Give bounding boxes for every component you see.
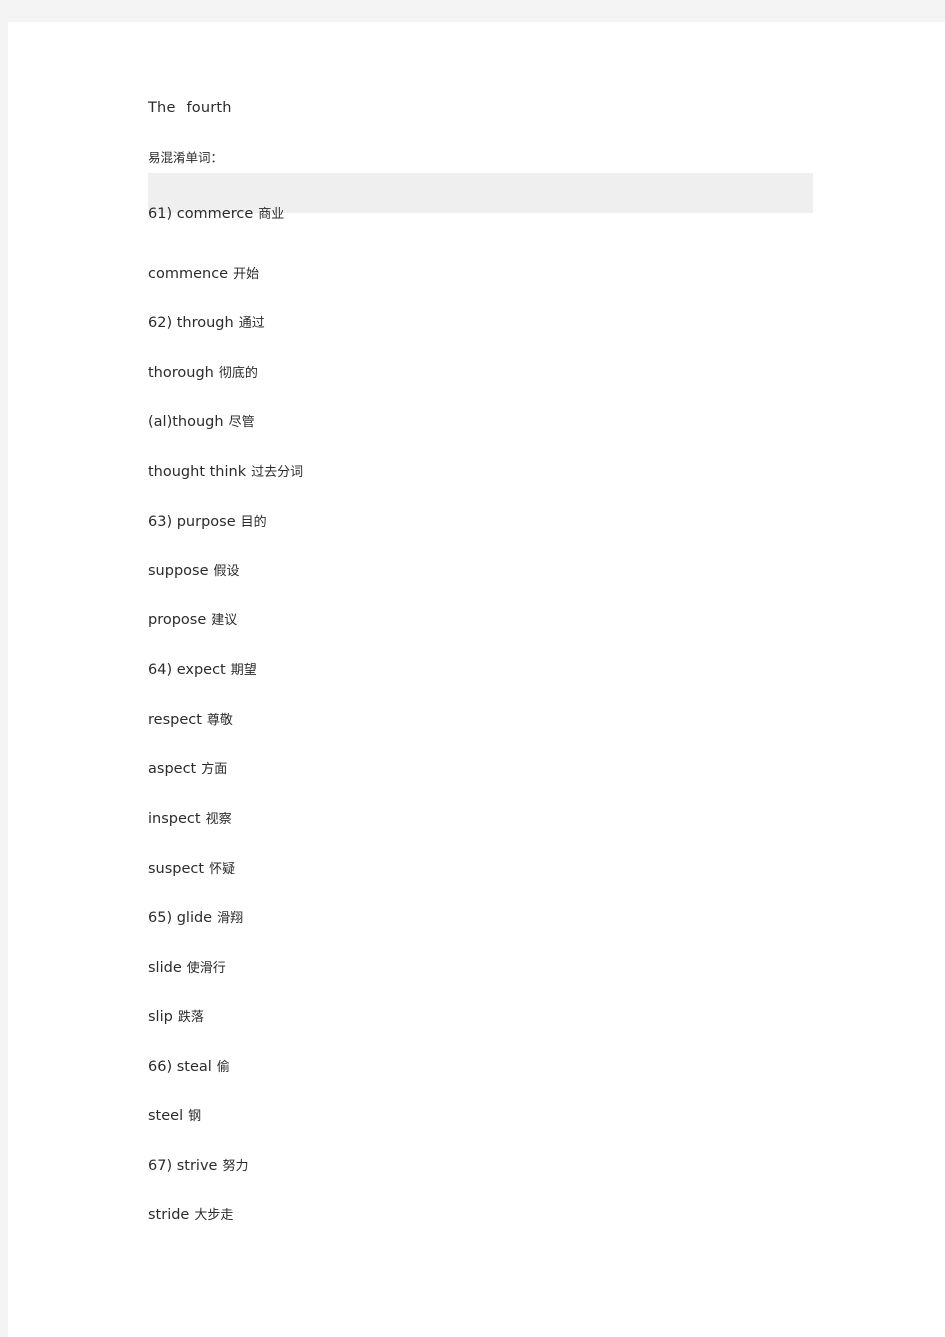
vocabulary-entry: (al)though 尽管 [148,412,255,433]
vocabulary-entry: 66) steal 偷 [148,1057,230,1078]
entry-gloss: 尽管 [228,415,255,430]
entry-gloss: 大步走 [194,1208,234,1223]
entry-term: propose [148,612,207,628]
vocabulary-entry: inspect 视察 [148,809,232,830]
entry-gloss: 偷 [216,1060,230,1075]
vocabulary-entry: respect 尊敬 [148,710,233,731]
entry-gloss: 过去分词 [251,465,304,480]
entry-gloss: 视察 [205,812,232,827]
entry-gloss: 期望 [230,663,257,678]
entry-term: 65) glide [148,910,213,926]
vocabulary-entry: 64) expect 期望 [148,660,257,681]
entry-gloss: 商业 [258,207,285,222]
entry-gloss: 尊敬 [206,713,233,728]
vocabulary-entry: steel 钢 [148,1106,201,1127]
entry-gloss: 跌落 [177,1010,204,1025]
entry-term: steel [148,1108,184,1124]
entry-term: suspect [148,861,205,877]
entry-term: (al)though [148,414,224,430]
entry-term: 61) commerce [148,206,254,222]
vocabulary-entry: 61) commerce 商业 [148,204,284,225]
entry-term: stride [148,1207,190,1223]
entry-term: thorough [148,365,214,381]
vocabulary-entry: propose 建议 [148,610,237,631]
entry-term: thought think [148,464,247,480]
entry-term: slide [148,960,182,976]
entry-gloss: 怀疑 [209,862,236,877]
vocabulary-entry: slip 跌落 [148,1007,204,1028]
vocabulary-entry: aspect 方面 [148,759,227,780]
vocabulary-entry: stride 大步走 [148,1205,233,1226]
entry-term: 62) through [148,315,234,331]
vocabulary-entry: slide 使滑行 [148,958,226,979]
vocabulary-entry: 65) glide 滑翔 [148,908,243,929]
entry-gloss: 开始 [233,267,260,282]
entry-term: commence [148,266,229,282]
vocabulary-entry: thought think 过去分词 [148,462,303,483]
entry-gloss: 努力 [222,1159,249,1174]
entry-gloss: 假设 [213,564,240,579]
document-page: The fourth 易混淆单词： 61) commerce 商业 commence… [8,22,945,1337]
entry-term: respect [148,712,202,728]
section-label: 易混淆单词： [148,150,224,165]
entry-term: 64) expect [148,662,226,678]
entry-term: 67) strive [148,1158,218,1174]
vocabulary-entry: suspect 怀疑 [148,859,235,880]
entry-gloss: 滑翔 [217,911,244,926]
entry-gloss: 目的 [240,515,267,530]
vocabulary-entry: 67) strive 努力 [148,1156,248,1177]
vocabulary-entry: commence 开始 [148,264,259,285]
vocabulary-entry: 63) purpose 目的 [148,512,267,533]
document-body: The fourth 易混淆单词： 61) commerce 商业 commence… [8,22,945,1337]
entry-gloss: 钢 [188,1109,202,1124]
vocabulary-entry: 62) through 通过 [148,313,265,334]
entry-term: 63) purpose [148,514,236,530]
entry-gloss: 彻底的 [218,366,258,381]
entry-gloss: 通过 [238,316,265,331]
entry-term: aspect [148,761,197,777]
entry-term: inspect [148,811,201,827]
entry-term: suppose [148,563,209,579]
vocabulary-entry: thorough 彻底的 [148,363,258,384]
entry-gloss: 使滑行 [186,961,226,976]
entry-gloss: 方面 [201,762,228,777]
vocabulary-entry: suppose 假设 [148,561,240,582]
page-title: The fourth [148,100,232,116]
entry-term: slip [148,1009,173,1025]
entry-term: 66) steal [148,1059,212,1075]
entry-gloss: 建议 [211,613,238,628]
